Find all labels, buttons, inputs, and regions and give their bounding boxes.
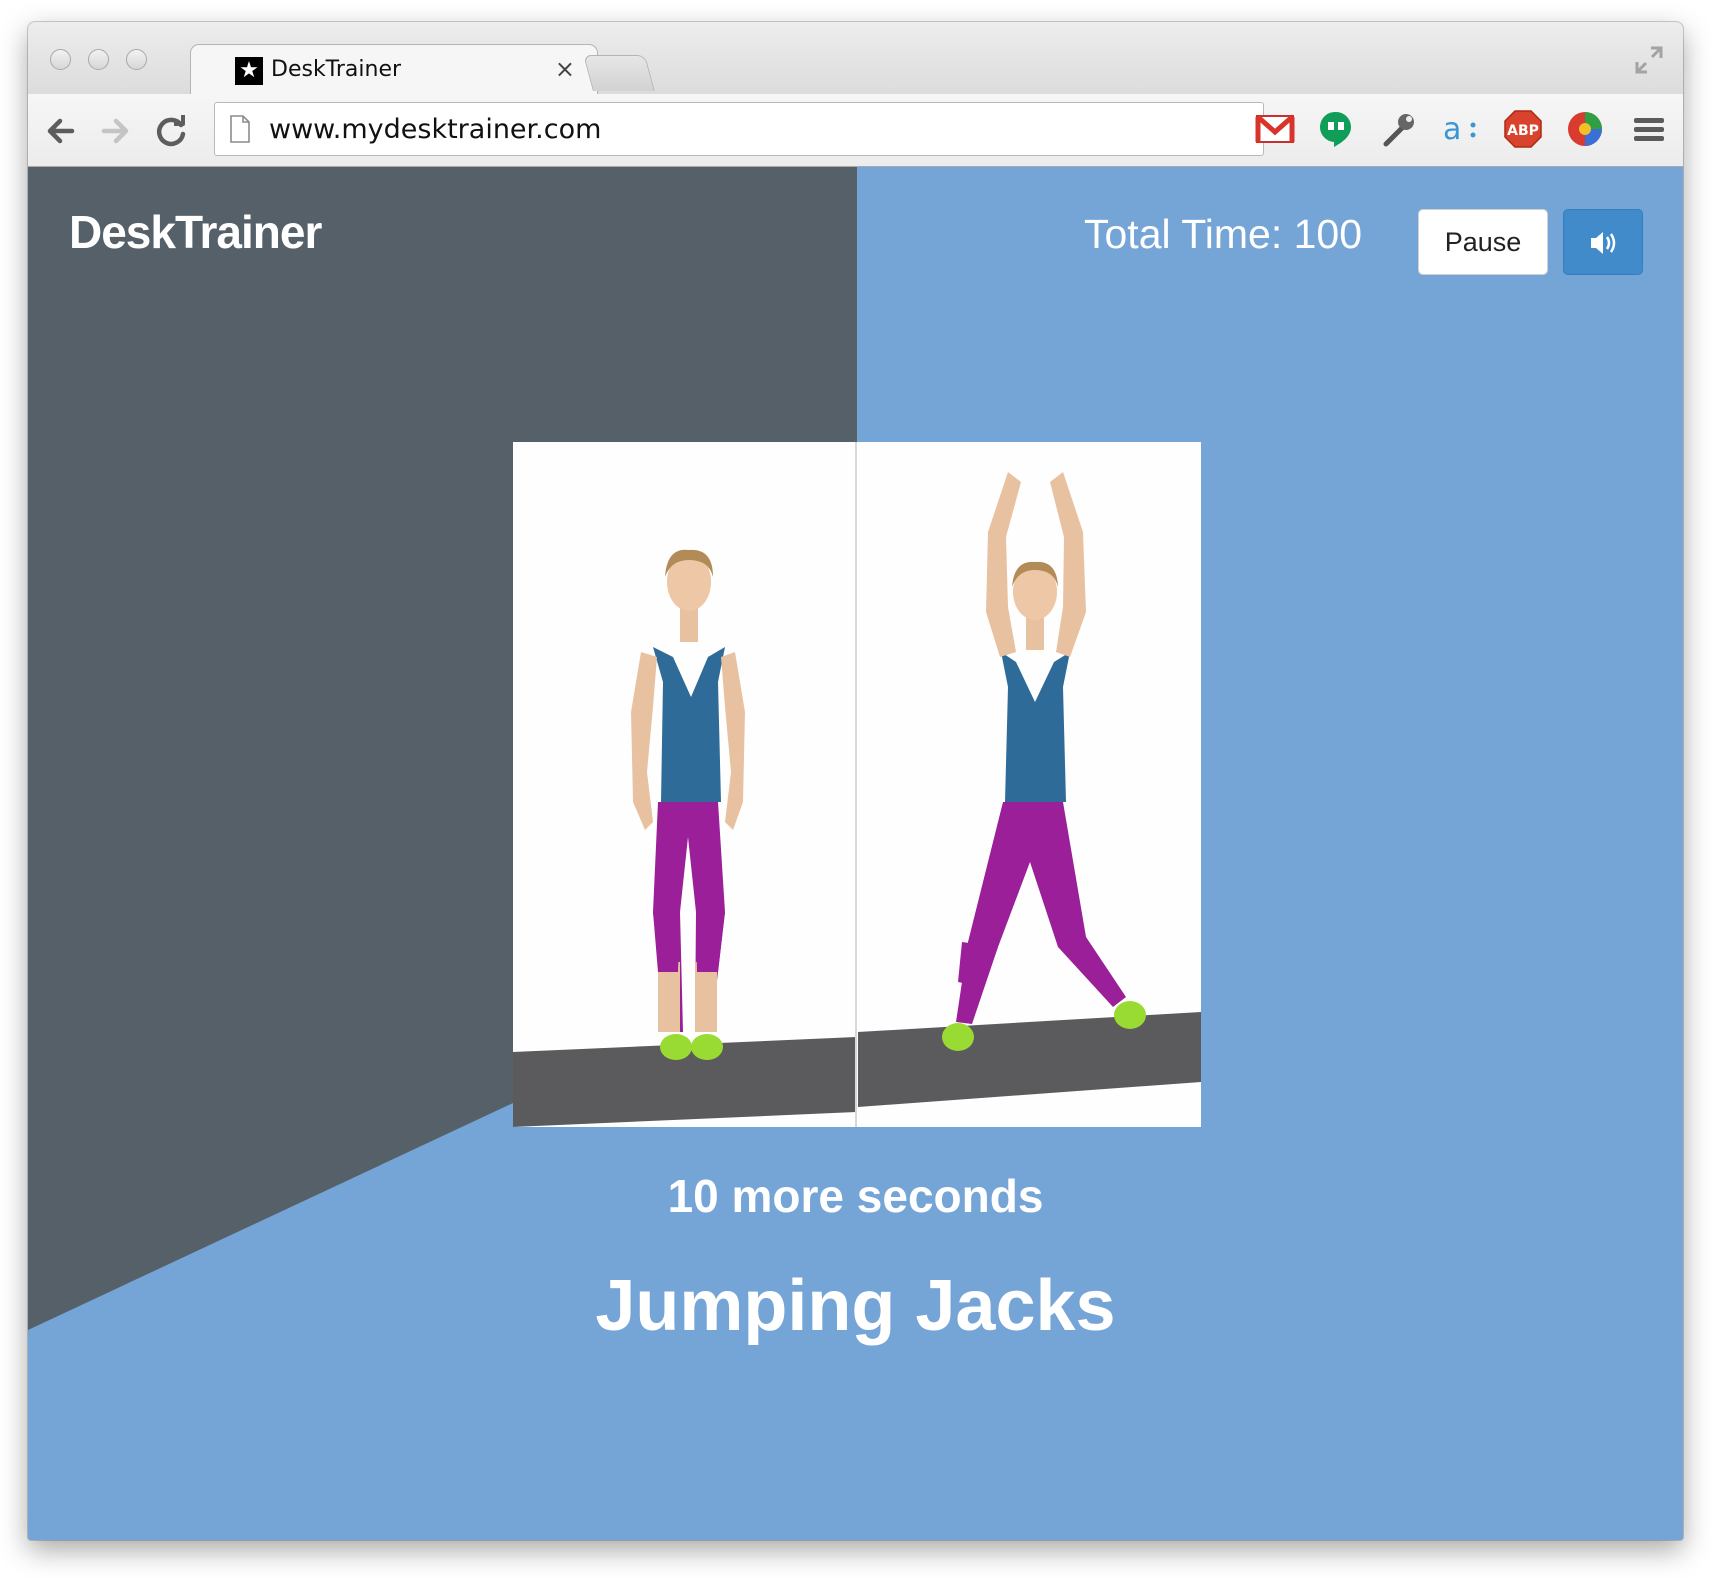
standing-pose-photo: [513, 442, 856, 1127]
reload-icon[interactable]: [152, 112, 190, 150]
hangouts-icon[interactable]: [1315, 108, 1357, 150]
browser-toolbar: www.mydesktrainer.com a ABP: [28, 94, 1683, 167]
total-time: Total Time: 100: [1084, 211, 1363, 257]
new-tab-button[interactable]: [583, 55, 655, 91]
tab-strip: ★ DeskTrainer ×: [28, 22, 1683, 94]
maximize-window-button[interactable]: [126, 49, 147, 70]
tab-close-icon[interactable]: ×: [555, 55, 575, 83]
volume-icon: [1591, 232, 1616, 254]
amazon-assistant-icon[interactable]: a: [1440, 108, 1482, 150]
arms-raised-pose-photo: [858, 442, 1201, 1127]
close-window-button[interactable]: [50, 49, 71, 70]
gmail-icon[interactable]: [1254, 108, 1296, 150]
pause-button[interactable]: Pause: [1418, 209, 1548, 275]
photo-divider: [855, 442, 857, 1127]
brand-title: DeskTrainer: [69, 206, 322, 258]
desktrainer-favicon-icon: ★: [235, 57, 263, 85]
exercise-name: Jumping Jacks: [595, 1266, 1116, 1346]
forward-arrow-icon[interactable]: [96, 112, 134, 150]
menu-icon[interactable]: [1628, 108, 1670, 150]
svg-text:a: a: [1443, 112, 1461, 147]
tab-desktrainer[interactable]: ★ DeskTrainer ×: [190, 44, 598, 94]
svg-text:ABP: ABP: [1507, 123, 1539, 139]
minimize-window-button[interactable]: [88, 49, 109, 70]
fullscreen-icon[interactable]: [1633, 44, 1665, 76]
back-arrow-icon[interactable]: [42, 112, 80, 150]
desktrainer-page: DeskTrainer Total Time: 100 Pause 10 mor…: [28, 167, 1683, 1540]
tab-title: DeskTrainer: [271, 57, 402, 82]
url-text: www.mydesktrainer.com: [269, 114, 602, 145]
exercise-image: [513, 442, 1201, 1127]
countdown-text: 10 more seconds: [667, 1170, 1044, 1222]
sound-button[interactable]: [1563, 209, 1643, 275]
wrench-icon[interactable]: [1378, 108, 1420, 150]
browser-window: ★ DeskTrainer × www.mydesktrainer.com a …: [28, 22, 1683, 1540]
address-bar[interactable]: www.mydesktrainer.com: [214, 102, 1264, 156]
adblock-plus-icon[interactable]: ABP: [1502, 108, 1544, 150]
color-wheel-icon[interactable]: [1564, 108, 1606, 150]
page-icon: [230, 115, 250, 143]
